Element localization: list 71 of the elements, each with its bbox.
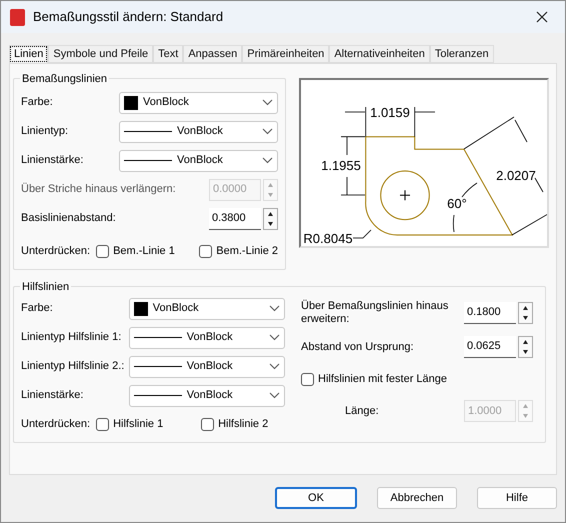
group-title: Bemaßungslinien	[20, 71, 109, 88]
checkbox[interactable]	[201, 418, 214, 431]
tab[interactable]: Symbole und Pfeile	[48, 45, 154, 63]
chevron-down-icon	[269, 392, 280, 399]
tab[interactable]: Toleranzen	[430, 45, 494, 63]
dropdown[interactable]: VonBlock	[128, 384, 285, 406]
field-label: Über Striche hinaus verlängern:	[21, 183, 177, 196]
line-sample	[134, 337, 182, 338]
field-label: Linientyp Hilfslinie 2.:	[21, 360, 126, 373]
field-label: Farbe:	[21, 302, 54, 315]
line-sample	[134, 395, 182, 396]
tab[interactable]: Alternativeinheiten	[329, 45, 430, 63]
checkbox-label: Bem.-Linie 1	[113, 244, 175, 259]
dimension-label: R0.8045	[303, 231, 353, 246]
field-label: Basislinienabstand:	[21, 212, 117, 225]
number-field[interactable]: 0.1800	[464, 302, 516, 324]
spinner[interactable]	[518, 336, 533, 358]
number-field[interactable]: 0.3800	[209, 208, 261, 230]
window-title: Bemaßungsstil ändern: Standard	[33, 8, 224, 26]
leader-line	[352, 230, 372, 238]
field-label: Linienstärke:	[21, 389, 84, 402]
chevron-down-icon	[262, 128, 273, 135]
close-icon	[536, 11, 548, 23]
tab[interactable]: Anpassen	[183, 45, 242, 63]
dimension-label: 1.1955	[321, 158, 361, 173]
spinner[interactable]	[518, 302, 533, 324]
color-swatch	[134, 302, 148, 316]
dialog-button[interactable]: Abbrechen	[377, 487, 457, 509]
field-label: Linientyp:	[21, 125, 70, 138]
tab[interactable]: Text	[153, 45, 184, 63]
dropdown[interactable]: VonBlock	[128, 356, 285, 378]
number-field[interactable]: 0.0625	[464, 336, 516, 358]
field-label: Länge:	[344, 404, 380, 418]
checkbox[interactable]	[301, 372, 314, 386]
line-sample	[124, 160, 172, 161]
checkbox-label: Bem.-Linie 2	[216, 244, 278, 259]
chevron-down-icon	[269, 305, 280, 312]
field-label: Linienstärke:	[21, 154, 84, 167]
app-logo-icon	[10, 8, 25, 26]
field-label: Linientyp Hilfslinie 1:	[21, 331, 122, 344]
line-sample	[124, 131, 172, 132]
dropdown[interactable]: VonBlock	[119, 92, 278, 114]
field-label: Abstand von Ursprung:	[301, 340, 415, 354]
dimension-label: 60°	[447, 196, 467, 211]
chevron-down-icon	[269, 363, 280, 370]
tab[interactable]: Linien	[9, 45, 48, 63]
spinner[interactable]	[263, 208, 278, 230]
checkbox[interactable]	[199, 244, 212, 258]
field-label: Unterdrücken:	[21, 417, 90, 432]
field-label: Über Bemaßungslinien hinaus erweitern:	[301, 300, 450, 326]
checkbox[interactable]	[96, 418, 110, 431]
dimension-label: 1.0159	[370, 105, 410, 120]
checkbox-label: Hilfslinie 2	[218, 417, 268, 432]
dimension-label: 2.0207	[496, 168, 536, 183]
dialog-button[interactable]: Hilfe	[477, 487, 557, 509]
chevron-down-icon	[262, 157, 273, 164]
field-label: Farbe:	[21, 96, 54, 109]
chevron-down-icon	[269, 334, 280, 341]
dropdown[interactable]: VonBlock	[119, 150, 278, 172]
checkbox-label: Hilfslinie 1	[113, 417, 164, 432]
checkbox[interactable]	[96, 244, 110, 258]
dialog-button[interactable]: OK	[275, 487, 357, 509]
line-sample	[134, 366, 182, 367]
chevron-down-icon	[262, 99, 273, 106]
dropdown[interactable]: VonBlock	[128, 298, 285, 320]
color-swatch	[124, 96, 138, 110]
field-label: Unterdrücken:	[21, 244, 90, 259]
dropdown[interactable]: VonBlock	[119, 120, 278, 142]
dropdown[interactable]: VonBlock	[128, 326, 285, 348]
checkbox-label: Hilfslinien mit fester Länge	[318, 372, 448, 387]
tab[interactable]: Primäreinheiten	[242, 45, 330, 63]
